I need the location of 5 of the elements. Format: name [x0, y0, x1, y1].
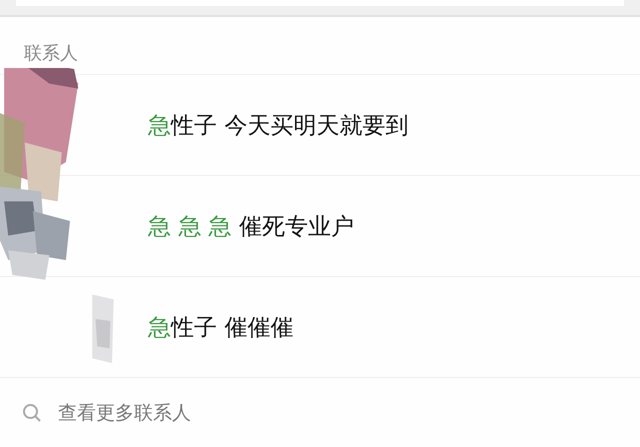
contact-name[interactable]: 急性子 今天买明天就要到 — [148, 110, 408, 140]
contact-name[interactable]: 急 急 急 催死专业户 — [148, 210, 354, 242]
more-contacts-link[interactable]: 查看更多联系人 — [58, 400, 191, 426]
contact-name[interactable]: 急性子 催催催 — [148, 312, 294, 342]
search-icon — [22, 403, 42, 423]
